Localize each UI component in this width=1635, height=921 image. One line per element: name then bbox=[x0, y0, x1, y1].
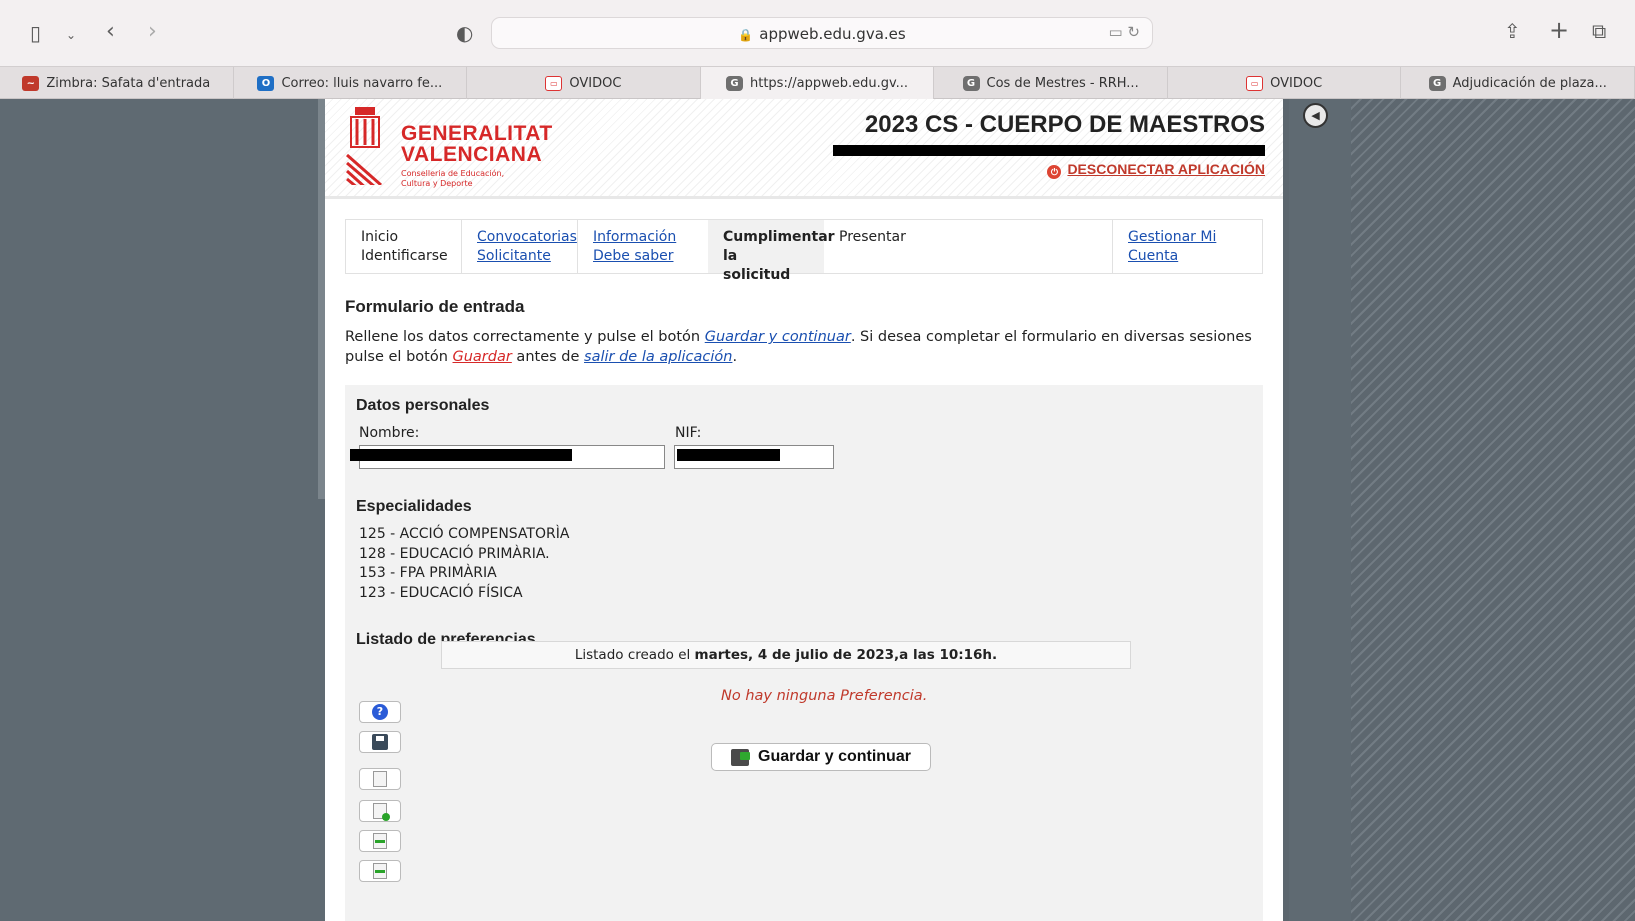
lock-icon: 🔒 bbox=[738, 28, 754, 42]
tab-ovidoc[interactable]: ▭ OVIDOC bbox=[467, 67, 701, 99]
back-icon[interactable]: ‹ bbox=[106, 21, 115, 43]
name-field[interactable] bbox=[350, 445, 665, 469]
collapse-panel-icon[interactable]: ◀ bbox=[1303, 103, 1328, 128]
forward-icon[interactable]: › bbox=[148, 21, 157, 43]
save-continue-icon bbox=[731, 748, 751, 766]
tab-bar: ~ Zimbra: Safata d'entrada O Correo: lluis… bbox=[0, 66, 1635, 99]
ovidoc-icon: ▭ bbox=[545, 75, 563, 91]
step-cumplimentar: Cumplimentar la solicitud bbox=[708, 220, 835, 283]
guardar-continuar-link[interactable]: Guardar y continuar bbox=[705, 329, 851, 345]
gva-logo: GENERALITAT VALENCIANA Conselleria de Ed… bbox=[345, 105, 552, 191]
new-tab-icon[interactable]: + bbox=[1549, 18, 1569, 42]
power-icon: ⏻ bbox=[1047, 165, 1062, 179]
nif-field[interactable] bbox=[674, 445, 834, 469]
step-gestionar-cuenta[interactable]: Gestionar Mi Cuenta bbox=[1112, 220, 1262, 273]
browser-toolbar: ▯ ⌄ ‹ › ◐ 🔒 appweb.edu.gva.es ▭ ↻ ⇪ + ⧉ bbox=[0, 0, 1635, 66]
g-icon: G bbox=[962, 75, 980, 91]
specialties-title: Especialidades bbox=[356, 498, 472, 515]
tab-overview-icon[interactable]: ⧉ bbox=[1592, 21, 1606, 41]
help-icon: ? bbox=[372, 704, 388, 720]
address-bar[interactable]: 🔒 appweb.edu.gva.es ▭ ↻ bbox=[491, 17, 1153, 49]
specialty-item: 153 - FPA PRIMÀRIA bbox=[359, 565, 497, 581]
list-button[interactable] bbox=[359, 830, 401, 852]
tab-cos-mestres[interactable]: G Cos de Mestres - RRH... bbox=[934, 67, 1168, 99]
outlook-icon: O bbox=[257, 75, 275, 91]
list-green-icon bbox=[373, 833, 387, 849]
tab-correo[interactable]: O Correo: lluis navarro fe... bbox=[234, 67, 468, 99]
name-redacted bbox=[350, 449, 572, 461]
salir-aplicacion-link[interactable]: salir de la aplicación bbox=[584, 349, 732, 365]
edit-document-icon bbox=[373, 771, 387, 787]
logo-sub-1: Conselleria de Educación, bbox=[401, 169, 505, 178]
tab-zimbra[interactable]: ~ Zimbra: Safata d'entrada bbox=[0, 67, 234, 99]
sidebar-toggle-icon[interactable]: ▯ bbox=[30, 23, 41, 43]
app-title: 2023 CS - CUERPO DE MAESTROS bbox=[864, 111, 1265, 138]
add-preference-button[interactable] bbox=[359, 800, 401, 822]
step-inicio: Inicio Identificarse bbox=[346, 220, 462, 273]
app-header: GENERALITAT VALENCIANA Conselleria de Ed… bbox=[325, 99, 1283, 199]
list-green-icon bbox=[373, 863, 387, 879]
tab-ovidoc-2[interactable]: ▭ OVIDOC bbox=[1168, 67, 1402, 99]
zimbra-icon: ~ bbox=[22, 75, 40, 91]
help-button[interactable]: ? bbox=[359, 701, 401, 723]
scrollbar[interactable] bbox=[318, 99, 325, 499]
url-text: appweb.edu.gva.es bbox=[759, 25, 906, 43]
list-created-info: Listado creado el martes, 4 de julio de … bbox=[441, 641, 1131, 669]
specialty-item: 123 - EDUCACIÓ FÍSICA bbox=[359, 585, 523, 601]
form-panel: Datos personales Nombre: NIF: Especialid… bbox=[345, 385, 1263, 921]
logout-link[interactable]: ⏻ DESCONECTAR APLICACIÓN bbox=[1047, 161, 1265, 179]
step-informacion[interactable]: Información Debe saber bbox=[578, 220, 708, 273]
form-title: Formulario de entrada bbox=[345, 297, 525, 316]
specialty-item: 125 - ACCIÓ COMPENSATORÌA bbox=[359, 526, 570, 542]
share-icon[interactable]: ⇪ bbox=[1504, 21, 1521, 41]
web-page: ◀ GENERALITAT VALENCIANA Conselleria de … bbox=[0, 99, 1635, 921]
step-convocatorias[interactable]: Convocatorias Solicitante bbox=[462, 220, 578, 273]
wizard-steps: Inicio Identificarse Convocatorias Solicit… bbox=[345, 219, 1263, 283]
personal-data-title: Datos personales bbox=[356, 397, 490, 414]
step-presentar: Presentar bbox=[839, 229, 906, 245]
guardar-link[interactable]: Guardar bbox=[453, 349, 512, 365]
privacy-shield-icon[interactable]: ◐ bbox=[456, 23, 473, 43]
save-button[interactable] bbox=[359, 731, 401, 753]
background-pattern bbox=[1351, 99, 1635, 921]
reader-reload-icon[interactable]: ▭ ↻ bbox=[1108, 23, 1140, 41]
specialty-item: 128 - EDUCACIÓ PRIMÀRIA. bbox=[359, 546, 550, 562]
main-content: GENERALITAT VALENCIANA Conselleria de Ed… bbox=[325, 99, 1283, 921]
edit-button[interactable] bbox=[359, 768, 401, 790]
tab-appweb[interactable]: Ghttps://appweb.edu.gv... bbox=[700, 67, 935, 99]
no-preferences-message: No hay ninguna Preferencia. bbox=[721, 688, 928, 704]
list-created-date: martes, 4 de julio de 2023,a las 10:16h. bbox=[694, 647, 998, 663]
logo-line-2: VALENCIANA bbox=[401, 143, 543, 166]
list-button-2[interactable] bbox=[359, 860, 401, 882]
form-intro: Rellene los datos correctamente y pulse … bbox=[345, 329, 1252, 365]
logo-sub-2: Cultura y Deporte bbox=[401, 179, 473, 188]
user-info-redacted bbox=[833, 145, 1265, 156]
add-document-icon bbox=[373, 803, 390, 821]
g-icon: G bbox=[1428, 75, 1446, 91]
chevron-down-icon[interactable]: ⌄ bbox=[66, 25, 76, 45]
name-label: Nombre: bbox=[359, 425, 420, 441]
right-gutter bbox=[1289, 99, 1351, 921]
logo-line-1: GENERALITAT bbox=[401, 122, 553, 145]
g-icon: G bbox=[726, 75, 743, 91]
tab-adjudicacion[interactable]: G Adjudicación de plaza... bbox=[1401, 67, 1635, 99]
guardar-continuar-button[interactable]: Guardar y continuar bbox=[711, 743, 931, 771]
left-gutter bbox=[0, 99, 325, 921]
ovidoc-icon: ▭ bbox=[1246, 75, 1264, 91]
nif-label: NIF: bbox=[675, 425, 702, 441]
nif-redacted bbox=[677, 449, 780, 461]
floppy-disk-icon bbox=[372, 734, 388, 750]
gva-crest-icon bbox=[345, 107, 382, 185]
